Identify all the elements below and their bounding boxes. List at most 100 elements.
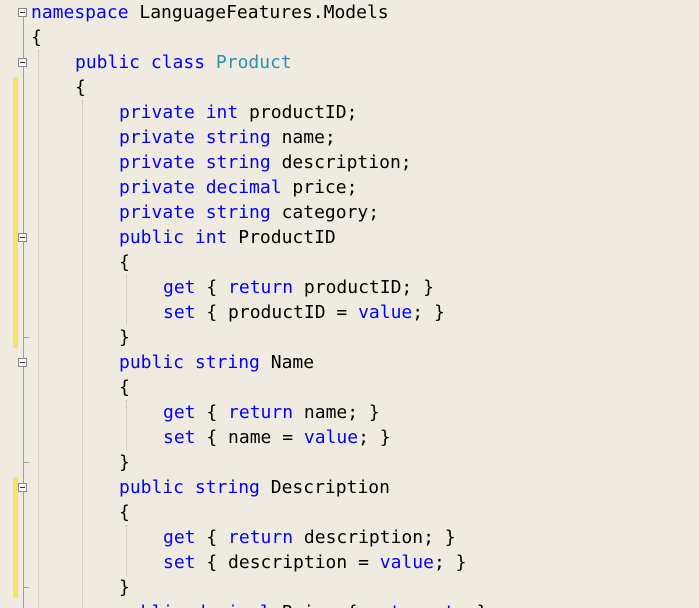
code-token: { xyxy=(119,377,130,398)
code-line[interactable]: namespace LanguageFeatures.Models xyxy=(0,0,699,25)
code-line[interactable]: private string category; xyxy=(0,200,699,225)
keyword-token: namespace xyxy=(31,2,129,23)
code-line[interactable]: private decimal price; xyxy=(0,175,699,200)
keyword-token: public xyxy=(75,52,141,73)
code-line[interactable]: set { productID = value; } xyxy=(0,300,699,325)
code-token: } xyxy=(119,327,130,348)
code-line[interactable]: { xyxy=(0,250,699,275)
keyword-token: public xyxy=(119,602,184,608)
keyword-token: decimal xyxy=(205,177,282,198)
code-text: set { description = value; } xyxy=(163,550,466,575)
code-token: { xyxy=(195,527,229,548)
keyword-token: return xyxy=(228,402,294,423)
code-editor[interactable]: namespace LanguageFeatures.Models{public… xyxy=(0,0,699,608)
keyword-token: set xyxy=(163,427,196,448)
code-token: name; } xyxy=(293,402,380,423)
code-line[interactable]: private int productID; xyxy=(0,100,699,125)
code-text: set { productID = value; } xyxy=(163,300,445,325)
keyword-token: string xyxy=(205,127,271,148)
code-token: Price { xyxy=(271,602,369,608)
code-token: ; xyxy=(401,602,423,608)
code-token: price; xyxy=(281,177,358,198)
code-token: LanguageFeatures.Models xyxy=(128,2,389,23)
keyword-token: private xyxy=(119,152,195,173)
code-token: { xyxy=(195,277,229,298)
code-token: { productID = xyxy=(195,302,359,323)
code-line[interactable]: public string Description xyxy=(0,475,699,500)
code-text: private int productID; xyxy=(119,100,357,125)
code-line[interactable]: { xyxy=(0,75,699,100)
code-line[interactable]: set { description = value; } xyxy=(0,550,699,575)
code-line[interactable]: { xyxy=(0,375,699,400)
code-text: get { return name; } xyxy=(163,400,380,425)
keyword-token: set xyxy=(422,602,455,608)
code-text: get { return description; } xyxy=(163,525,456,550)
code-token: { xyxy=(119,252,130,273)
keyword-token: private xyxy=(119,102,195,123)
code-token: } xyxy=(119,577,130,598)
keyword-token: return xyxy=(228,527,294,548)
code-text: } xyxy=(119,325,130,350)
code-token: ProductID xyxy=(227,227,336,248)
code-token: Description xyxy=(259,477,390,498)
keyword-token: get xyxy=(368,602,401,608)
code-text: public string Description xyxy=(119,475,390,500)
code-line[interactable]: public decimal Price { get; set; } xyxy=(0,600,699,608)
keyword-token: value xyxy=(358,302,413,323)
code-line[interactable]: public int ProductID xyxy=(0,225,699,250)
code-token: ; } xyxy=(455,602,488,608)
code-line[interactable]: private string description; xyxy=(0,150,699,175)
code-token: ; } xyxy=(412,302,445,323)
keyword-token: int xyxy=(205,102,239,123)
code-text: { xyxy=(119,375,130,400)
code-text: public int ProductID xyxy=(119,225,336,250)
code-line[interactable]: public string Name xyxy=(0,350,699,375)
keyword-token: set xyxy=(163,552,196,573)
code-text: public class Product xyxy=(75,50,292,75)
code-line[interactable]: } xyxy=(0,325,699,350)
code-line[interactable]: { xyxy=(0,500,699,525)
keyword-token: private xyxy=(119,127,195,148)
keyword-token: string xyxy=(205,152,271,173)
code-line[interactable]: get { return productID; } xyxy=(0,275,699,300)
code-token: { name = xyxy=(195,427,304,448)
code-text: private string name; xyxy=(119,125,336,150)
keyword-token: int xyxy=(194,227,228,248)
code-text: set { name = value; } xyxy=(163,425,391,450)
code-text: get { return productID; } xyxy=(163,275,434,300)
code-line[interactable]: { xyxy=(0,25,699,50)
keyword-token: class xyxy=(150,52,206,73)
code-token: ; } xyxy=(358,427,391,448)
code-line[interactable]: private string name; xyxy=(0,125,699,150)
code-line[interactable]: public class Product xyxy=(0,50,699,75)
keyword-token: get xyxy=(163,527,196,548)
code-token: ; } xyxy=(433,552,467,573)
code-line[interactable]: } xyxy=(0,450,699,475)
code-text: { xyxy=(75,75,86,100)
code-token: description; xyxy=(270,152,412,173)
keyword-token: public xyxy=(119,477,185,498)
code-line[interactable]: } xyxy=(0,575,699,600)
keyword-token: value xyxy=(379,552,434,573)
code-line[interactable]: set { name = value; } xyxy=(0,425,699,450)
code-line[interactable]: get { return description; } xyxy=(0,525,699,550)
keyword-token: get xyxy=(163,277,196,298)
code-token: Name xyxy=(259,352,315,373)
keyword-token: string xyxy=(194,352,260,373)
code-text: public decimal Price { get; set; } xyxy=(119,600,488,608)
code-token: { xyxy=(31,27,42,48)
code-text: } xyxy=(119,450,130,475)
code-token: category; xyxy=(270,202,380,223)
keyword-token: value xyxy=(303,427,359,448)
code-token: description; } xyxy=(293,527,456,548)
code-text: private string description; xyxy=(119,150,412,175)
code-line[interactable]: get { return name; } xyxy=(0,400,699,425)
code-token: productID; xyxy=(238,102,358,123)
code-token: { xyxy=(75,77,86,98)
